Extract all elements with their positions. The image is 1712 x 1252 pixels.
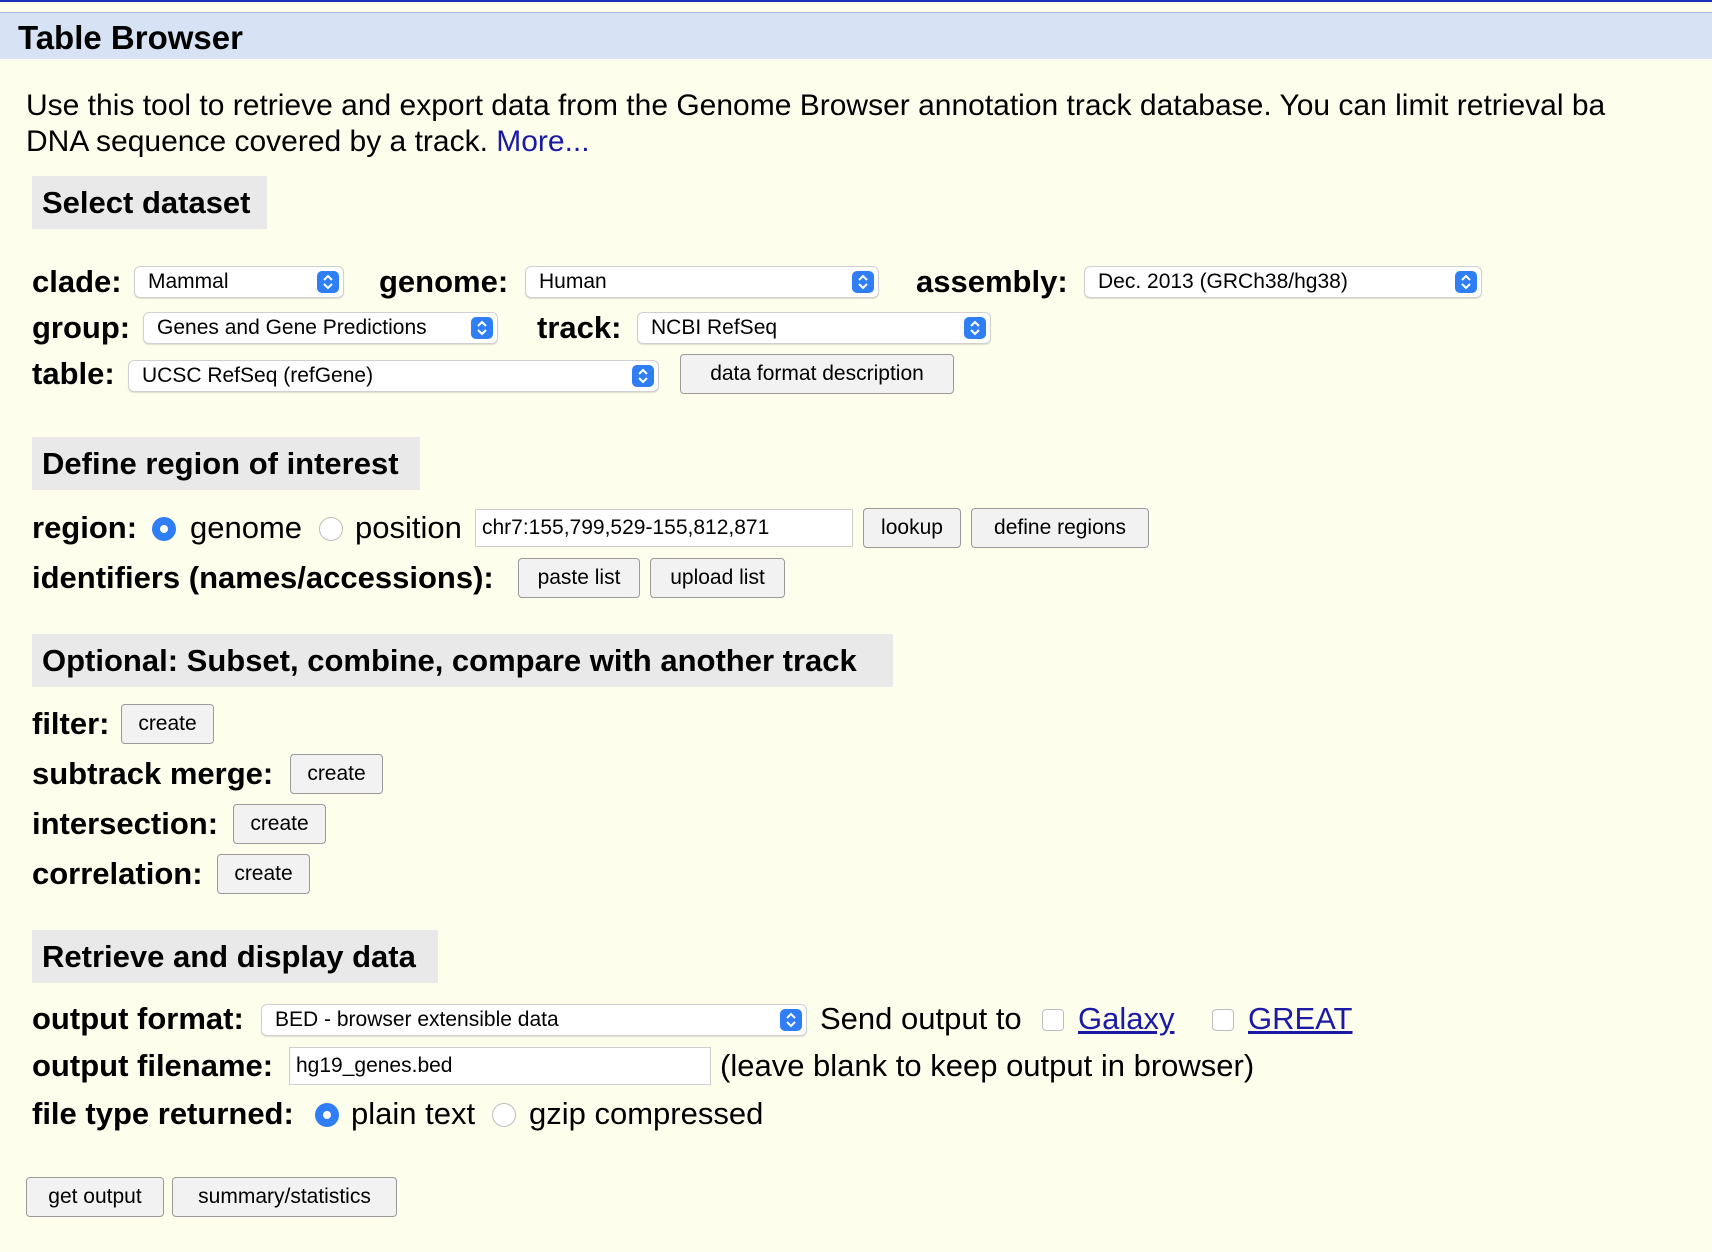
gzip-label: gzip compressed (529, 1096, 764, 1131)
region-position-radio[interactable] (319, 517, 343, 541)
galaxy-link[interactable]: Galaxy (1078, 999, 1174, 1039)
optional-heading: Optional: Subset, combine, compare with … (32, 634, 893, 687)
output-format-select-value: BED - browser extensible data (275, 1008, 559, 1031)
optional-heading-text: Optional: Subset, combine, compare with … (42, 643, 857, 678)
galaxy-checkbox[interactable] (1042, 1009, 1064, 1031)
genome-select[interactable]: Human (525, 266, 879, 298)
identifiers-label: identifiers (names/accessions): (32, 560, 494, 595)
assembly-select-value: Dec. 2013 (GRCh38/hg38) (1098, 270, 1348, 293)
track-select-value: NCBI RefSeq (651, 316, 778, 339)
retrieve-heading: Retrieve and display data (32, 930, 438, 983)
file-type-label: file type returned: (32, 1096, 294, 1131)
clade-select[interactable]: Mammal (134, 266, 344, 298)
send-output-text: Send output to (820, 1001, 1022, 1036)
correlation-label: correlation: (32, 856, 203, 891)
select-arrows-icon (964, 317, 986, 339)
filter-create-button[interactable]: create (121, 704, 214, 744)
retrieve-heading-text: Retrieve and display data (42, 939, 416, 974)
filter-label: filter: (32, 706, 110, 741)
select-arrows-icon (852, 271, 874, 293)
region-position-label: position (355, 510, 462, 545)
assembly-label: assembly: (916, 264, 1068, 299)
correlation-create-button[interactable]: create (217, 854, 310, 894)
table-select-value: UCSC RefSeq (refGene) (142, 364, 374, 387)
define-region-heading-text: Define region of interest (42, 446, 399, 481)
select-arrows-icon (632, 365, 654, 387)
output-filename-label: output filename: (32, 1048, 274, 1083)
get-output-button[interactable]: get output (26, 1177, 164, 1217)
intro-line-2: DNA sequence covered by a track. More... (26, 124, 1605, 160)
plain-text-radio[interactable] (315, 1103, 339, 1127)
paste-list-button[interactable]: paste list (518, 558, 640, 598)
top-border (0, 0, 1712, 2)
great-link[interactable]: GREAT (1248, 999, 1353, 1039)
output-filename-input[interactable]: hg19_genes.bed (289, 1047, 711, 1085)
upload-list-button[interactable]: upload list (650, 558, 785, 598)
subtrack-merge-label: subtrack merge: (32, 756, 274, 791)
select-dataset-heading-text: Select dataset (42, 185, 251, 220)
select-arrows-icon (1455, 271, 1477, 293)
intro-text: Use this tool to retrieve and export dat… (26, 88, 1605, 160)
intro-line-2-text: DNA sequence covered by a track. (26, 125, 497, 158)
clade-label: clade: (32, 264, 122, 299)
plain-text-label: plain text (351, 1096, 476, 1131)
more-link[interactable]: More... (496, 125, 589, 158)
intro-line-1: Use this tool to retrieve and export dat… (26, 89, 1606, 122)
position-input[interactable]: chr7:155,799,529-155,812,871 (475, 509, 853, 547)
filename-hint: (leave blank to keep output in browser) (720, 1048, 1255, 1083)
output-format-label: output format: (32, 1001, 244, 1036)
summary-statistics-button[interactable]: summary/statistics (172, 1177, 397, 1217)
group-label: group: (32, 310, 131, 345)
region-genome-label: genome (190, 510, 303, 545)
genome-select-value: Human (539, 270, 607, 293)
group-select[interactable]: Genes and Gene Predictions (143, 312, 498, 344)
track-label: track: (537, 310, 622, 345)
define-region-heading: Define region of interest (32, 437, 420, 490)
select-arrows-icon (317, 271, 339, 293)
lookup-button[interactable]: lookup (863, 508, 961, 548)
great-checkbox[interactable] (1212, 1009, 1234, 1031)
output-format-select[interactable]: BED - browser extensible data (261, 1004, 807, 1036)
select-arrows-icon (780, 1009, 802, 1031)
genome-label: genome: (379, 264, 509, 299)
intersection-create-button[interactable]: create (233, 804, 326, 844)
data-format-description-button[interactable]: data format description (680, 354, 954, 394)
group-select-value: Genes and Gene Predictions (157, 316, 427, 339)
select-arrows-icon (471, 317, 493, 339)
gzip-radio[interactable] (492, 1103, 516, 1127)
select-dataset-heading: Select dataset (32, 176, 267, 229)
table-select[interactable]: UCSC RefSeq (refGene) (128, 360, 659, 392)
clade-select-value: Mammal (148, 270, 229, 293)
region-genome-radio[interactable] (152, 517, 176, 541)
region-label: region: (32, 510, 138, 545)
page-title: Table Browser (18, 19, 243, 56)
define-regions-button[interactable]: define regions (971, 508, 1149, 548)
table-label: table: (32, 356, 115, 391)
assembly-select[interactable]: Dec. 2013 (GRCh38/hg38) (1084, 266, 1482, 298)
track-select[interactable]: NCBI RefSeq (637, 312, 991, 344)
intersection-label: intersection: (32, 806, 219, 841)
subtrack-merge-create-button[interactable]: create (290, 754, 383, 794)
title-bar: Table Browser (0, 12, 1712, 59)
